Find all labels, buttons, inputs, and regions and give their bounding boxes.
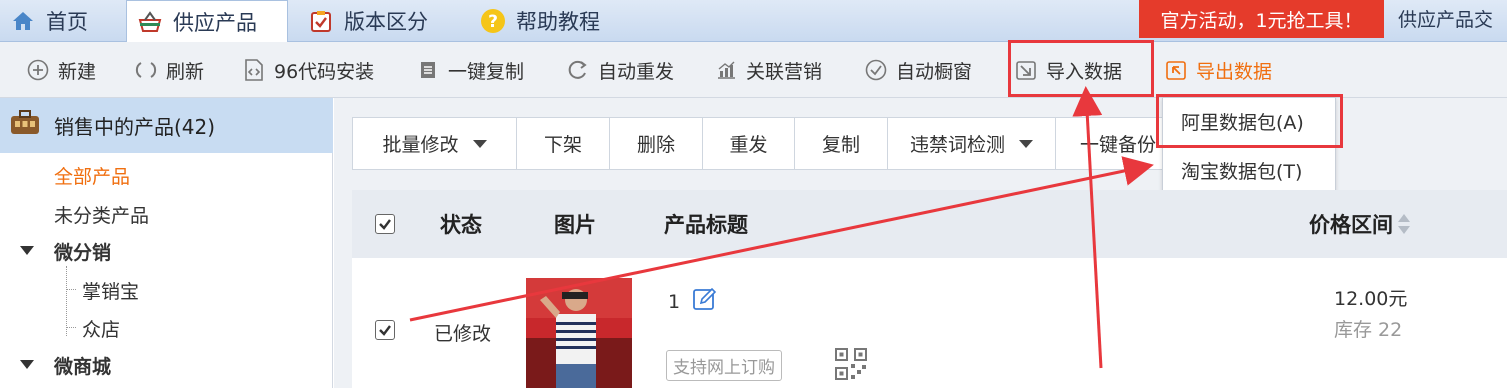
new-button[interactable]: 新建	[26, 42, 96, 98]
row-status: 已修改	[434, 323, 492, 345]
menu-item-taobao-package[interactable]: 淘宝数据包(T)	[1163, 147, 1335, 193]
sidebar-item-uncategorized[interactable]: 未分类产品	[54, 201, 149, 228]
export-data-label: 导出数据	[1196, 60, 1273, 83]
tab-help[interactable]: ? 帮助教程	[480, 0, 600, 42]
table-header: 状态 图片 产品标题 价格区间	[352, 190, 1507, 258]
svg-text:?: ?	[488, 12, 498, 32]
code-file-icon	[242, 58, 266, 82]
repost-button[interactable]: 重发	[703, 118, 795, 169]
new-label: 新建	[58, 60, 97, 83]
refresh-button[interactable]: 刷新	[134, 42, 204, 98]
auto-repost-button[interactable]: 自动重发	[566, 42, 674, 98]
row-title: 1	[668, 286, 718, 317]
select-all-checkbox[interactable]	[375, 190, 395, 258]
sidebar-item-micro-mall[interactable]: 微商城	[54, 352, 111, 379]
check-circle-icon	[864, 58, 888, 82]
top-tab-bar: 首页 供应产品 版本区分 ? 帮助教程 官方活动，1元抢工具！ 供应产品交	[0, 0, 1507, 43]
related-marketing-button[interactable]: 关联营销	[714, 42, 822, 98]
chevron-down-icon	[472, 139, 487, 148]
copy-all-label: 一键复制	[448, 60, 525, 83]
auto-repost-label: 自动重发	[598, 60, 675, 83]
plus-circle-icon	[26, 58, 50, 82]
promo-banner[interactable]: 官方活动，1元抢工具！	[1139, 0, 1384, 38]
edit-icon[interactable]	[692, 286, 718, 317]
code-install-label: 96代码安装	[274, 60, 375, 83]
tab-label: 供应产品	[173, 11, 257, 35]
refresh-label: 刷新	[166, 60, 205, 83]
import-highlight-box	[1008, 40, 1154, 97]
checkmark-icon	[379, 325, 391, 336]
column-header-price[interactable]: 价格区间	[1309, 190, 1411, 258]
sidebar: 销售中的产品(42) 全部产品 未分类产品 微分销 掌销宝 众店 微商城	[0, 98, 333, 388]
chart-icon	[714, 58, 738, 82]
product-thumbnail[interactable]	[526, 278, 632, 388]
tree-branch	[66, 289, 76, 290]
tab-label: 帮助教程	[516, 10, 600, 34]
tree-branch	[66, 327, 76, 328]
export-data-button[interactable]: 导出数据	[1164, 42, 1272, 98]
code-install-button[interactable]: 96代码安装	[242, 42, 374, 98]
sidebar-header-label: 销售中的产品(42)	[54, 115, 216, 139]
basket-icon	[137, 9, 163, 35]
auto-window-label: 自动橱窗	[896, 60, 973, 83]
chevron-down-icon	[1019, 139, 1033, 148]
reload-icon	[566, 58, 590, 82]
tab-label: 版本区分	[344, 10, 428, 34]
batch-edit-label: 批量修改	[382, 134, 459, 156]
home-icon	[10, 8, 36, 34]
auto-window-button[interactable]: 自动橱窗	[864, 42, 972, 98]
sidebar-item-micro-dist[interactable]: 微分销	[54, 238, 111, 265]
forbidden-check-label: 违禁词检测	[909, 134, 1005, 156]
batch-edit-button[interactable]: 批量修改	[353, 118, 517, 169]
column-header-image: 图片	[554, 213, 596, 237]
online-order-badge: 支持网上订购	[666, 350, 782, 381]
collapse-arrow-icon[interactable]	[20, 246, 34, 255]
table-row: 已修改 1 支持网上订购 12.00元 库存 22	[352, 258, 1507, 388]
refresh-icon	[134, 58, 158, 82]
briefcase-icon	[10, 110, 40, 141]
tab-home[interactable]: 首页	[10, 0, 88, 42]
forbidden-check-button[interactable]: 违禁词检测	[888, 118, 1056, 169]
column-header-status: 状态	[440, 213, 482, 237]
collapse-arrow-icon[interactable]	[20, 360, 34, 369]
sidebar-item-all-products[interactable]: 全部产品	[54, 162, 130, 189]
clipboard-check-icon	[308, 8, 334, 34]
export-icon	[1164, 58, 1188, 82]
promo-trailing-text[interactable]: 供应产品交	[1398, 0, 1493, 42]
sidebar-header[interactable]: 销售中的产品(42)	[0, 98, 333, 153]
help-icon: ?	[480, 8, 506, 34]
row-checkbox[interactable]	[375, 320, 395, 340]
checkmark-icon	[375, 214, 395, 234]
price-header-label: 价格区间	[1309, 213, 1393, 237]
tab-supply-products[interactable]: 供应产品	[126, 0, 288, 43]
tab-label: 首页	[46, 10, 88, 34]
delist-button[interactable]: 下架	[517, 118, 610, 169]
column-header-title: 产品标题	[664, 213, 748, 237]
ali-highlight-box	[1156, 94, 1343, 148]
copy-button[interactable]: 复制	[795, 118, 888, 169]
tab-version-compare[interactable]: 版本区分	[308, 0, 428, 42]
tree-line	[66, 266, 67, 336]
batch-actions-bar: 批量修改 下架 删除 重发 复制 违禁词检测 一键备份	[352, 117, 1163, 170]
qr-code-icon[interactable]	[835, 348, 867, 385]
sort-icon[interactable]	[1397, 212, 1411, 236]
related-marketing-label: 关联营销	[746, 60, 823, 83]
toolbar: 新建 刷新 96代码安装 一键复制 自动重发 关联营销 自动橱窗 导入数据 导出…	[0, 42, 1507, 98]
copy-all-button[interactable]: 一键复制	[416, 42, 524, 98]
row-stock: 库存 22	[1334, 319, 1403, 341]
row-price: 12.00元	[1334, 288, 1408, 310]
sidebar-item-zhongdian[interactable]: 众店	[82, 315, 120, 342]
delete-button[interactable]: 删除	[610, 118, 703, 169]
sidebar-item-zhangxiaobao[interactable]: 掌销宝	[82, 277, 139, 304]
one-click-backup-button[interactable]: 一键备份	[1056, 118, 1162, 169]
row-title-text: 1	[668, 290, 681, 313]
document-icon	[416, 58, 440, 82]
